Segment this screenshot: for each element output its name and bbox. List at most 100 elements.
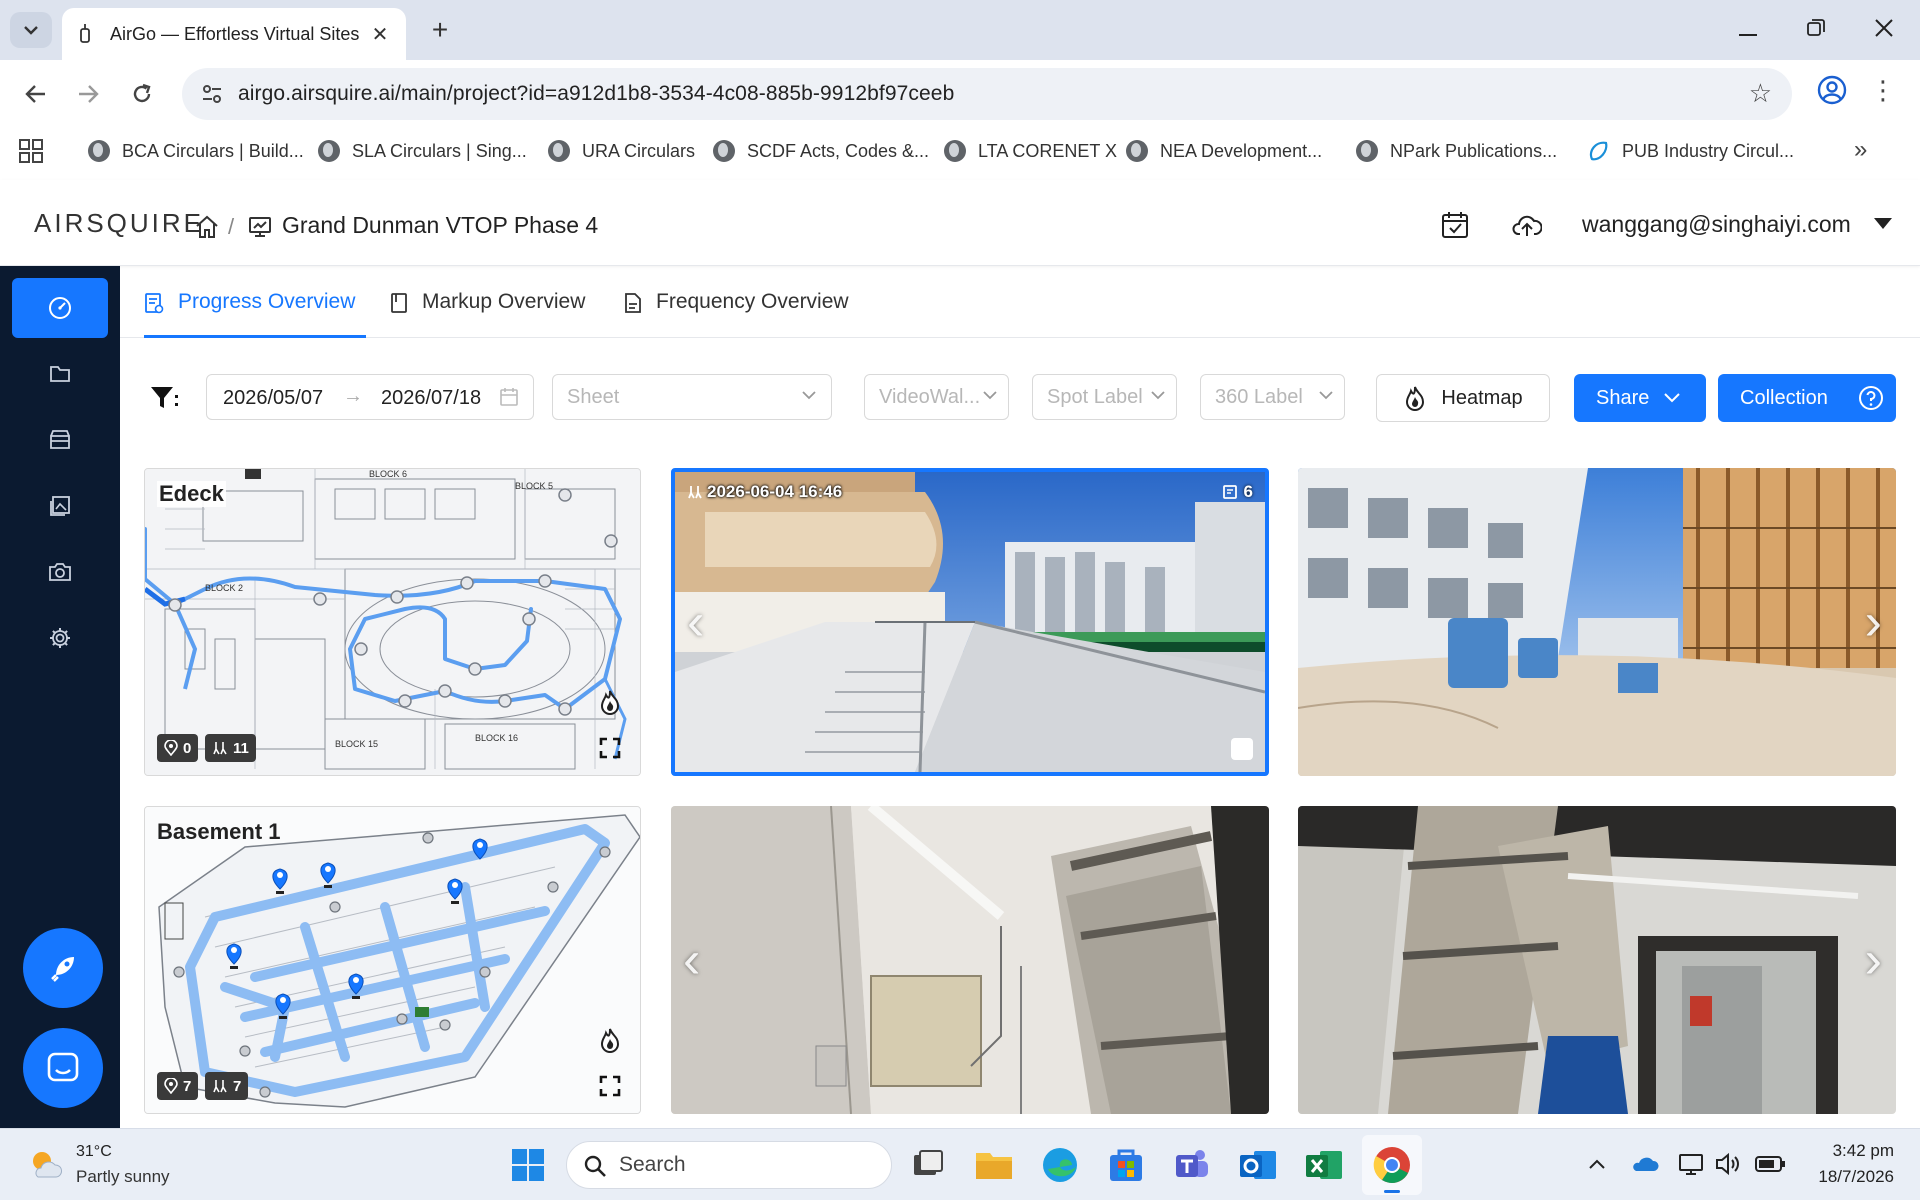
teams-icon[interactable] xyxy=(1170,1143,1214,1187)
flame-icon xyxy=(1406,386,1425,411)
edge-browser-icon[interactable] xyxy=(1038,1143,1082,1187)
bookmark-item[interactable]: PUB Industry Circul... xyxy=(1586,138,1794,164)
heatmap-toggle-button[interactable] xyxy=(595,687,625,717)
share-button[interactable]: Share xyxy=(1574,374,1706,422)
prev-photo-button[interactable]: ‹ xyxy=(687,592,704,652)
bookmark-item[interactable]: BCA Circulars | Build... xyxy=(88,138,304,164)
sheet-card-edeck[interactable]: BLOCK 6 BLOCK 5 BLOCK 2 BLOCK 15 BLOCK 16 E… xyxy=(144,468,641,776)
new-tab-button[interactable]: + xyxy=(424,14,456,46)
sheet-select[interactable]: Sheet xyxy=(552,374,832,420)
apps-grid-icon[interactable] xyxy=(18,138,44,164)
help-icon[interactable] xyxy=(1858,385,1884,411)
onedrive-icon[interactable] xyxy=(1630,1151,1660,1177)
clock-date[interactable]: 18/7/2026 xyxy=(1800,1167,1894,1187)
videowalk-select[interactable]: VideoWal... xyxy=(864,374,1009,420)
prev-photo-button[interactable]: ‹ xyxy=(683,930,700,990)
user-email[interactable]: wanggang@singhaiyi.com xyxy=(1582,211,1851,238)
heatmap-toggle-button[interactable] xyxy=(595,1025,625,1055)
user-menu-caret-icon[interactable] xyxy=(1874,218,1892,229)
more-bookmarks-icon[interactable]: » xyxy=(1854,136,1867,164)
windows-start-icon[interactable] xyxy=(506,1143,550,1187)
clock-time[interactable]: 3:42 pm xyxy=(1800,1141,1894,1161)
sidebar-item-camera[interactable] xyxy=(12,542,108,602)
airsquire-logo[interactable]: AIRSQUIRE xyxy=(34,208,204,239)
bookmark-item[interactable]: NEA Development... xyxy=(1126,138,1322,164)
date-range-picker[interactable]: 2026/05/07 → 2026/07/18 xyxy=(206,374,534,420)
bookmark-star-icon[interactable]: ☆ xyxy=(1749,78,1772,109)
browser-tabstrip: AirGo — Effortless Virtual Sites ✕ + xyxy=(0,0,1920,60)
date-start[interactable]: 2026/05/07 xyxy=(223,387,323,410)
panorama-photo-card[interactable]: › xyxy=(1298,468,1896,776)
minimize-button[interactable] xyxy=(1728,10,1768,50)
partly-sunny-icon[interactable] xyxy=(28,1147,64,1183)
volume-icon[interactable] xyxy=(1714,1151,1742,1177)
cloud-upload-icon[interactable] xyxy=(1512,210,1542,240)
calendar-check-icon[interactable] xyxy=(1440,210,1470,240)
profile-icon[interactable] xyxy=(1816,74,1848,106)
back-button[interactable] xyxy=(16,74,56,114)
fullscreen-button[interactable] xyxy=(595,1071,625,1101)
breadcrumb-separator: / xyxy=(228,214,235,239)
label-360-select[interactable]: 360 Label xyxy=(1200,374,1345,420)
browser-tab-airgo[interactable]: AirGo — Effortless Virtual Sites ✕ xyxy=(62,8,406,60)
sidebar-item-gallery[interactable] xyxy=(12,476,108,536)
next-photo-button[interactable]: › xyxy=(1865,930,1882,990)
launch-button[interactable] xyxy=(23,928,103,1008)
address-bar[interactable]: airgo.airsquire.ai/main/project?id=a912d… xyxy=(182,68,1792,120)
minimize-icon xyxy=(1739,34,1757,36)
panorama-photo-card[interactable]: › xyxy=(1298,806,1896,1114)
outlook-icon[interactable] xyxy=(1236,1143,1280,1187)
site-info-icon[interactable] xyxy=(200,82,224,106)
globe-icon xyxy=(1126,140,1148,162)
globe-icon xyxy=(944,140,966,162)
location-pin-icon xyxy=(164,740,178,756)
bookmark-item[interactable]: NPark Publications... xyxy=(1356,138,1557,164)
task-view-icon[interactable] xyxy=(906,1143,950,1187)
close-window-button[interactable] xyxy=(1864,10,1904,50)
tab-progress-overview[interactable]: Progress Overview xyxy=(144,290,366,338)
bookmark-item[interactable]: URA Circulars xyxy=(548,138,695,164)
tab-markup-overview[interactable]: Markup Overview xyxy=(390,290,585,338)
globe-icon xyxy=(713,140,735,162)
battery-icon[interactable] xyxy=(1754,1153,1786,1175)
panorama-image xyxy=(1298,806,1896,1114)
frequency-doc-icon xyxy=(625,293,641,313)
fullscreen-button[interactable] xyxy=(595,733,625,763)
home-icon[interactable] xyxy=(194,214,220,240)
panorama-photo-card[interactable]: ‹ xyxy=(671,806,1269,1114)
network-monitor-icon[interactable] xyxy=(1678,1151,1708,1177)
tab-close-icon[interactable]: ✕ xyxy=(368,22,392,47)
excel-icon[interactable] xyxy=(1302,1143,1346,1187)
sidebar-item-store[interactable] xyxy=(12,410,108,470)
restore-button[interactable] xyxy=(1796,10,1836,50)
chevron-up-icon[interactable] xyxy=(1588,1157,1606,1171)
tab-search-button[interactable] xyxy=(10,12,52,48)
bookmark-item[interactable]: LTA CORENET X xyxy=(944,138,1117,164)
arrow-left-icon xyxy=(25,85,45,103)
reload-button[interactable] xyxy=(122,74,162,114)
fullscreen-icon xyxy=(599,1075,621,1097)
panorama-photo-card[interactable]: 2026-06-04 16:46 6 ‹ xyxy=(671,468,1269,776)
select-checkbox[interactable] xyxy=(1231,738,1253,760)
sidebar-item-files[interactable] xyxy=(12,344,108,404)
taskbar-search[interactable]: Search xyxy=(566,1141,892,1189)
forward-button[interactable] xyxy=(68,74,108,114)
dashboard-gauge-icon xyxy=(49,297,71,319)
heatmap-button[interactable]: Heatmap xyxy=(1376,374,1550,422)
next-photo-button[interactable]: › xyxy=(1865,592,1882,652)
file-explorer-icon[interactable] xyxy=(972,1143,1016,1187)
sidebar-item-dashboard[interactable] xyxy=(12,278,108,338)
ms-store-icon[interactable] xyxy=(1104,1143,1148,1187)
sidebar-item-settings[interactable] xyxy=(12,608,108,668)
bookmark-item[interactable]: SCDF Acts, Codes &... xyxy=(713,138,929,164)
bookmark-item[interactable]: SLA Circulars | Sing... xyxy=(318,138,527,164)
close-icon xyxy=(1875,19,1893,37)
tab-frequency-overview[interactable]: Frequency Overview xyxy=(624,290,849,338)
chrome-taskbar-active[interactable] xyxy=(1362,1135,1422,1195)
chat-support-button[interactable] xyxy=(23,1028,103,1108)
browser-menu-icon[interactable]: ⋮ xyxy=(1870,76,1896,104)
spot-label-select[interactable]: Spot Label xyxy=(1032,374,1177,420)
collection-button[interactable]: Collection xyxy=(1718,374,1896,422)
date-end[interactable]: 2026/07/18 xyxy=(381,387,481,410)
sheet-card-basement-1[interactable]: Basement 1 7 7 xyxy=(144,806,641,1114)
